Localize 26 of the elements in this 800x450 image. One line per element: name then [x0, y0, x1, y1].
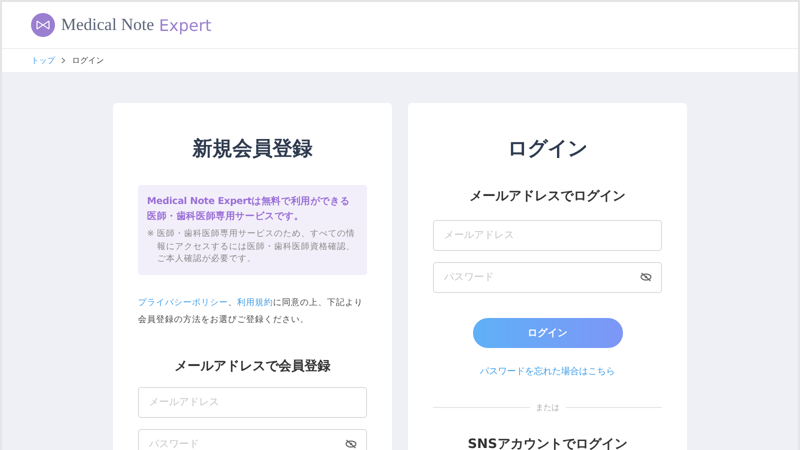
- notice-note: 医師・歯科医師専用サービスのため、すべての情報にアクセスするには医師・歯科医師資格確認、ご本人確認が必要です。: [157, 228, 356, 266]
- divider-label: または: [536, 402, 560, 413]
- forgot-password-link[interactable]: パスワードを忘れた場合はこちら: [480, 365, 615, 378]
- password-field[interactable]: パスワード: [433, 262, 662, 293]
- chevron-right-icon: [61, 57, 66, 64]
- password-field[interactable]: パスワード: [138, 428, 367, 450]
- breadcrumb-link[interactable]: トップ: [31, 55, 55, 66]
- email-field[interactable]: メールアドレス: [138, 386, 367, 418]
- eye-slash-icon[interactable]: [640, 272, 652, 282]
- eye-slash-icon[interactable]: [345, 438, 357, 448]
- logo-accent-text: Expert: [159, 16, 212, 34]
- logo-text: Medical Note: [61, 15, 154, 35]
- notice-headline: Medical Note Expertは無料で利用ができる医師・歯科医師専用サービスです。: [147, 195, 351, 224]
- section-heading: メールアドレスで会員登録: [174, 358, 332, 376]
- note-mark: ※: [147, 228, 154, 241]
- section-heading: メールアドレスでログイン: [468, 188, 626, 206]
- consent-text: プライバシーポリシー、利用規約に同意の上、下記より会員登録の方法をお選びご登録ください。: [138, 296, 364, 326]
- breadcrumb-current: ログイン: [72, 55, 104, 66]
- policy-link[interactable]: 利用規約: [237, 298, 273, 308]
- logo-icon: [31, 13, 55, 37]
- section-heading: SNSアカウントでログイン: [466, 436, 628, 450]
- register-title: 新規会員登録: [191, 135, 314, 162]
- email-field[interactable]: メールアドレス: [433, 220, 662, 251]
- login-button[interactable]: ログイン: [472, 318, 622, 348]
- policy-link[interactable]: プライバシーポリシー: [138, 298, 228, 308]
- login-title: ログイン: [506, 135, 588, 162]
